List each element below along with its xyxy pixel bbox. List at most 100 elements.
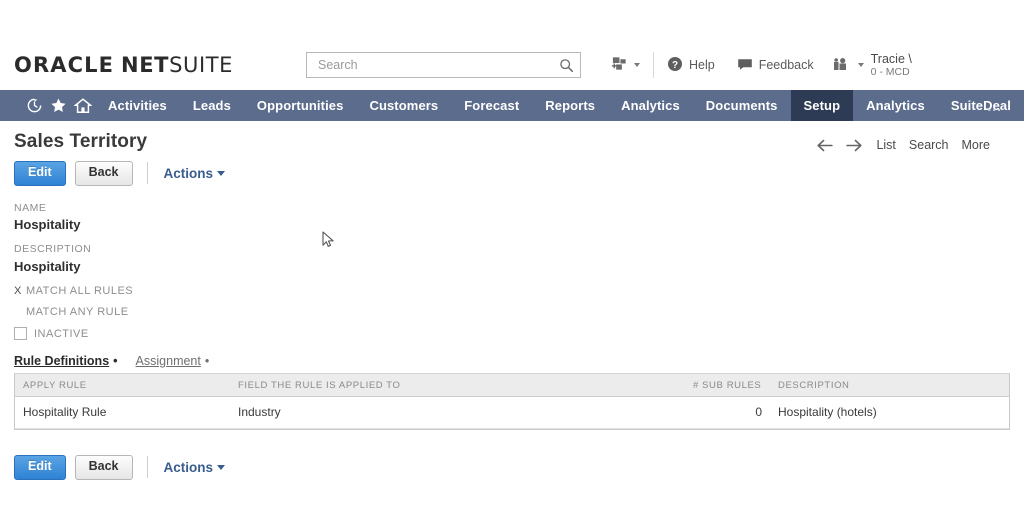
field-description: DESCRIPTION Hospitality bbox=[14, 243, 1010, 274]
sublist-tab-rule-definitions-label: Rule Definitions bbox=[14, 354, 110, 369]
user-menu[interactable]: Tracie \ 0 - MCD bbox=[825, 49, 923, 81]
cell-sub-rules: 0 bbox=[685, 396, 770, 430]
table-header-row: APPLY RULE FIELD THE RULE IS APPLIED TO … bbox=[15, 374, 1009, 398]
nav-item-leads[interactable]: Leads bbox=[180, 90, 244, 121]
radio-match-any-rule[interactable]: MATCH ANY RULE bbox=[14, 306, 1010, 318]
feedback-button[interactable]: Feedback bbox=[726, 49, 825, 81]
top-blank-strip bbox=[0, 0, 1024, 40]
rule-definitions-table: APPLY RULE FIELD THE RULE IS APPLIED TO … bbox=[15, 374, 1009, 430]
feedback-icon bbox=[737, 56, 753, 75]
cell-description: Hospitality (hotels) bbox=[770, 396, 1009, 430]
quick-add-menu[interactable] bbox=[600, 49, 651, 81]
search-link[interactable]: Search bbox=[909, 138, 949, 152]
home-icon[interactable] bbox=[71, 90, 95, 121]
nav-item-forecast[interactable]: Forecast bbox=[451, 90, 532, 121]
logo-net-text: NET bbox=[121, 53, 170, 77]
sublist-section: Rule Definitions • Assignment • APPLY RULE… bbox=[14, 354, 1010, 431]
match-all-rules-mark: X bbox=[14, 285, 22, 298]
toolbar-divider-bottom bbox=[146, 456, 148, 479]
feedback-label: Feedback bbox=[758, 58, 814, 72]
actions-label-top: Actions bbox=[163, 165, 214, 181]
nav-item-setup[interactable]: Setup bbox=[790, 90, 854, 121]
previous-record-arrow-icon[interactable] bbox=[816, 139, 834, 152]
app-header: ORACLE NETSUITE Search ? Help Feedback T… bbox=[0, 40, 1024, 90]
next-record-arrow-icon[interactable] bbox=[846, 139, 863, 152]
name-label: NAME bbox=[14, 201, 47, 214]
nav-item-customers[interactable]: Customers bbox=[356, 90, 451, 121]
record-fields: NAME Hospitality DESCRIPTION Hospitality… bbox=[14, 201, 1010, 341]
user-role: 0 - MCD bbox=[870, 66, 910, 79]
sublist-tab-assignment[interactable]: Assignment • bbox=[136, 354, 210, 368]
header-right-tools: ? Help Feedback Tracie \ 0 - MCD bbox=[600, 40, 923, 90]
page-title-row: Sales Territory List Search More bbox=[14, 121, 1010, 153]
user-chevron-down-icon[interactable] bbox=[857, 63, 864, 67]
inactive-label: INACTIVE bbox=[34, 327, 89, 340]
nav-item-opportunities[interactable]: Opportunities bbox=[244, 90, 357, 121]
quick-add-icon[interactable] bbox=[611, 55, 628, 75]
match-all-rules-label: MATCH ALL RULES bbox=[26, 285, 134, 298]
logo-oracle-text: ORACLE bbox=[14, 53, 115, 77]
page-content: Sales Territory List Search More Edit Ba… bbox=[0, 121, 1024, 480]
help-icon: ? bbox=[667, 56, 683, 75]
name-value: Hospitality bbox=[14, 217, 81, 233]
page-title: Sales Territory bbox=[14, 131, 148, 152]
top-toolbar: Edit Back Actions bbox=[14, 161, 1010, 186]
nav-item-suitedeal[interactable]: SuiteDeal bbox=[938, 90, 1024, 121]
cell-field-applied-to: Industry bbox=[230, 396, 685, 430]
inactive-checkbox-row[interactable]: INACTIVE bbox=[14, 327, 1010, 341]
sublist-tab-assignment-dot: • bbox=[204, 354, 210, 369]
nav-item-documents[interactable]: Documents bbox=[693, 90, 791, 121]
star-icon[interactable] bbox=[46, 90, 70, 121]
sublist-tab-assignment-label: Assignment bbox=[135, 354, 201, 369]
header-divider bbox=[653, 52, 654, 78]
user-avatar-icon bbox=[833, 56, 851, 75]
back-button-top[interactable]: Back bbox=[74, 161, 133, 186]
column-field-applied-to[interactable]: FIELD THE RULE IS APPLIED TO bbox=[230, 374, 685, 398]
svg-text:?: ? bbox=[672, 60, 678, 71]
column-apply-rule[interactable]: APPLY RULE bbox=[15, 374, 230, 398]
nav-item-reports[interactable]: Reports bbox=[532, 90, 608, 121]
oracle-netsuite-logo[interactable]: ORACLE NETSUITE bbox=[14, 53, 233, 77]
history-icon[interactable] bbox=[22, 90, 46, 121]
nav-overflow-button[interactable]: ... bbox=[987, 90, 1002, 121]
description-label: DESCRIPTION bbox=[14, 243, 92, 256]
actions-menu-top[interactable]: Actions bbox=[164, 166, 226, 181]
column-sub-rules[interactable]: # SUB RULES bbox=[685, 374, 770, 398]
global-search[interactable] bbox=[306, 52, 581, 78]
user-name: Tracie \ bbox=[870, 51, 912, 66]
search-input[interactable] bbox=[316, 57, 559, 73]
match-any-rule-label: MATCH ANY RULE bbox=[26, 306, 129, 319]
actions-label-bottom: Actions bbox=[163, 459, 214, 475]
record-nav-links: List Search More bbox=[816, 131, 1010, 152]
description-value: Hospitality bbox=[14, 259, 81, 275]
main-navigation: Activities Leads Opportunities Customers… bbox=[0, 90, 1024, 121]
list-link[interactable]: List bbox=[876, 138, 895, 152]
search-icon[interactable] bbox=[559, 58, 574, 73]
bottom-toolbar: Edit Back Actions bbox=[14, 455, 1010, 480]
toolbar-divider bbox=[146, 162, 148, 185]
chevron-down-icon[interactable] bbox=[634, 63, 640, 67]
rule-definitions-grid: APPLY RULE FIELD THE RULE IS APPLIED TO … bbox=[14, 374, 1010, 431]
sublist-tab-rule-definitions-dot: • bbox=[113, 354, 118, 369]
chevron-down-icon bbox=[217, 170, 226, 176]
cell-apply-rule[interactable]: Hospitality Rule bbox=[15, 396, 230, 430]
actions-menu-bottom[interactable]: Actions bbox=[164, 460, 226, 475]
cell-apply-rule-text: Hospitality Rule bbox=[23, 405, 107, 420]
column-description[interactable]: DESCRIPTION bbox=[770, 374, 1009, 398]
help-button[interactable]: ? Help bbox=[656, 49, 726, 81]
table-row[interactable]: Hospitality Rule Industry 0 Hospitality … bbox=[15, 396, 1009, 430]
inactive-checkbox[interactable] bbox=[14, 327, 27, 341]
edit-button-bottom[interactable]: Edit bbox=[14, 455, 66, 480]
edit-button-top[interactable]: Edit bbox=[14, 161, 66, 186]
help-label: Help bbox=[689, 58, 715, 72]
sublist-tab-rule-definitions[interactable]: Rule Definitions • bbox=[14, 354, 118, 368]
nav-item-analytics[interactable]: Analytics bbox=[608, 90, 693, 121]
more-link[interactable]: More bbox=[962, 138, 990, 152]
chevron-down-icon-bottom bbox=[217, 464, 226, 470]
nav-item-activities[interactable]: Activities bbox=[95, 90, 180, 121]
radio-match-all-rules[interactable]: X MATCH ALL RULES bbox=[14, 285, 1010, 297]
search-box[interactable] bbox=[306, 52, 581, 78]
sublist-tabs: Rule Definitions • Assignment • bbox=[14, 354, 1010, 375]
nav-item-analytics-2[interactable]: Analytics bbox=[853, 90, 938, 121]
back-button-bottom[interactable]: Back bbox=[74, 455, 133, 480]
